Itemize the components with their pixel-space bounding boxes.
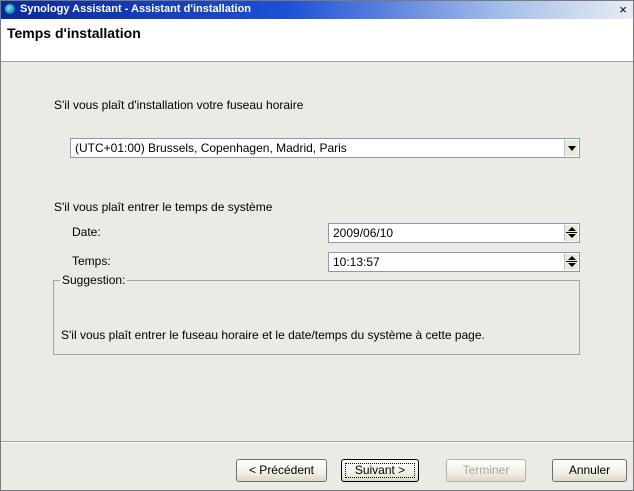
chevron-down-icon — [568, 146, 576, 151]
spin-divider — [566, 232, 577, 233]
time-spin-button[interactable] — [564, 254, 578, 270]
spin-down-icon — [568, 234, 576, 238]
previous-button[interactable]: < Précédent — [236, 459, 327, 482]
time-value[interactable]: 10:13:57 — [333, 255, 380, 269]
finish-button: Terminer — [446, 459, 526, 482]
date-value[interactable]: 2009/06/10 — [333, 226, 393, 240]
timezone-selected-value: (UTC+01:00) Brussels, Copenhagen, Madrid… — [75, 141, 347, 155]
suggestion-legend: Suggestion: — [60, 273, 128, 287]
time-label: Temps: — [72, 254, 111, 268]
timezone-prompt: S'il vous plaît d'installation votre fus… — [54, 98, 304, 112]
spin-up-icon — [568, 227, 576, 231]
title-bar[interactable]: Synology Assistant - Assistant d'install… — [1, 1, 633, 19]
timezone-dropdown[interactable]: (UTC+01:00) Brussels, Copenhagen, Madrid… — [70, 138, 580, 158]
installation-wizard-window: Synology Assistant - Assistant d'install… — [0, 0, 634, 491]
suggestion-text: S'il vous plaît entrer le fuseau horaire… — [61, 328, 485, 342]
time-spinner[interactable]: 10:13:57 — [328, 252, 580, 272]
synology-app-icon — [4, 3, 16, 15]
wizard-header: Temps d'installation — [1, 19, 633, 62]
date-spin-button[interactable] — [564, 225, 578, 241]
page-title: Temps d'installation — [7, 25, 141, 41]
cancel-button[interactable]: Annuler — [552, 459, 627, 482]
spin-up-icon — [568, 256, 576, 260]
date-label: Date: — [72, 225, 101, 239]
spin-divider — [566, 261, 577, 262]
system-time-prompt: S'il vous plaît entrer le temps de systè… — [54, 200, 273, 214]
footer-separator — [1, 441, 633, 443]
focus-rectangle — [345, 463, 415, 478]
next-button[interactable]: Suivant > — [341, 459, 419, 482]
date-spinner[interactable]: 2009/06/10 — [328, 223, 580, 243]
close-button[interactable]: × — [616, 2, 630, 17]
timezone-dropdown-button[interactable] — [564, 140, 578, 156]
spin-down-icon — [568, 263, 576, 267]
window-title: Synology Assistant - Assistant d'install… — [20, 3, 252, 15]
suggestion-groupbox: Suggestion: S'il vous plaît entrer le fu… — [53, 273, 580, 355]
